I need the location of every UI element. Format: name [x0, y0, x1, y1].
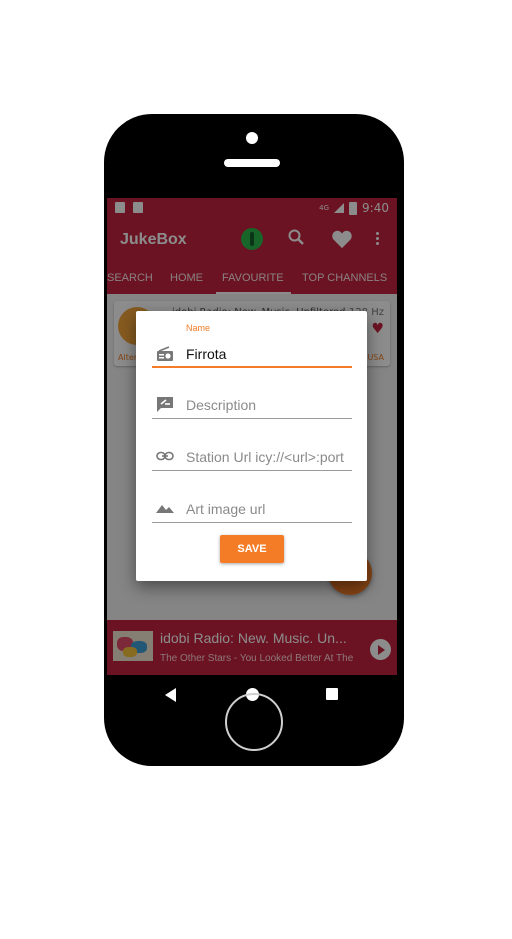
add-station-dialog: Name Firrota Description Station Url icy…: [136, 311, 367, 581]
link-icon: [156, 451, 174, 461]
name-input[interactable]: [186, 344, 352, 364]
radio-icon: [157, 346, 173, 361]
home-button[interactable]: [225, 693, 283, 751]
art-url-field: [152, 495, 352, 525]
station-url-field: [152, 443, 352, 473]
speaker: [224, 159, 280, 167]
save-button[interactable]: SAVE: [220, 535, 284, 563]
description-input[interactable]: [186, 395, 352, 415]
name-label: Name: [186, 323, 211, 333]
station-url-input[interactable]: [186, 447, 352, 467]
art-url-input[interactable]: [186, 499, 352, 519]
phone-screen: 4G 9:40 JukeBox SEARCH HOME FAVOURITE TO…: [107, 198, 397, 675]
camera: [246, 132, 258, 144]
description-field: [152, 391, 352, 421]
name-field: Name: [152, 323, 352, 371]
image-icon: [156, 505, 174, 513]
nav-back-icon[interactable]: [165, 688, 176, 702]
description-icon: [157, 397, 173, 412]
nav-recents-icon[interactable]: [326, 688, 338, 700]
